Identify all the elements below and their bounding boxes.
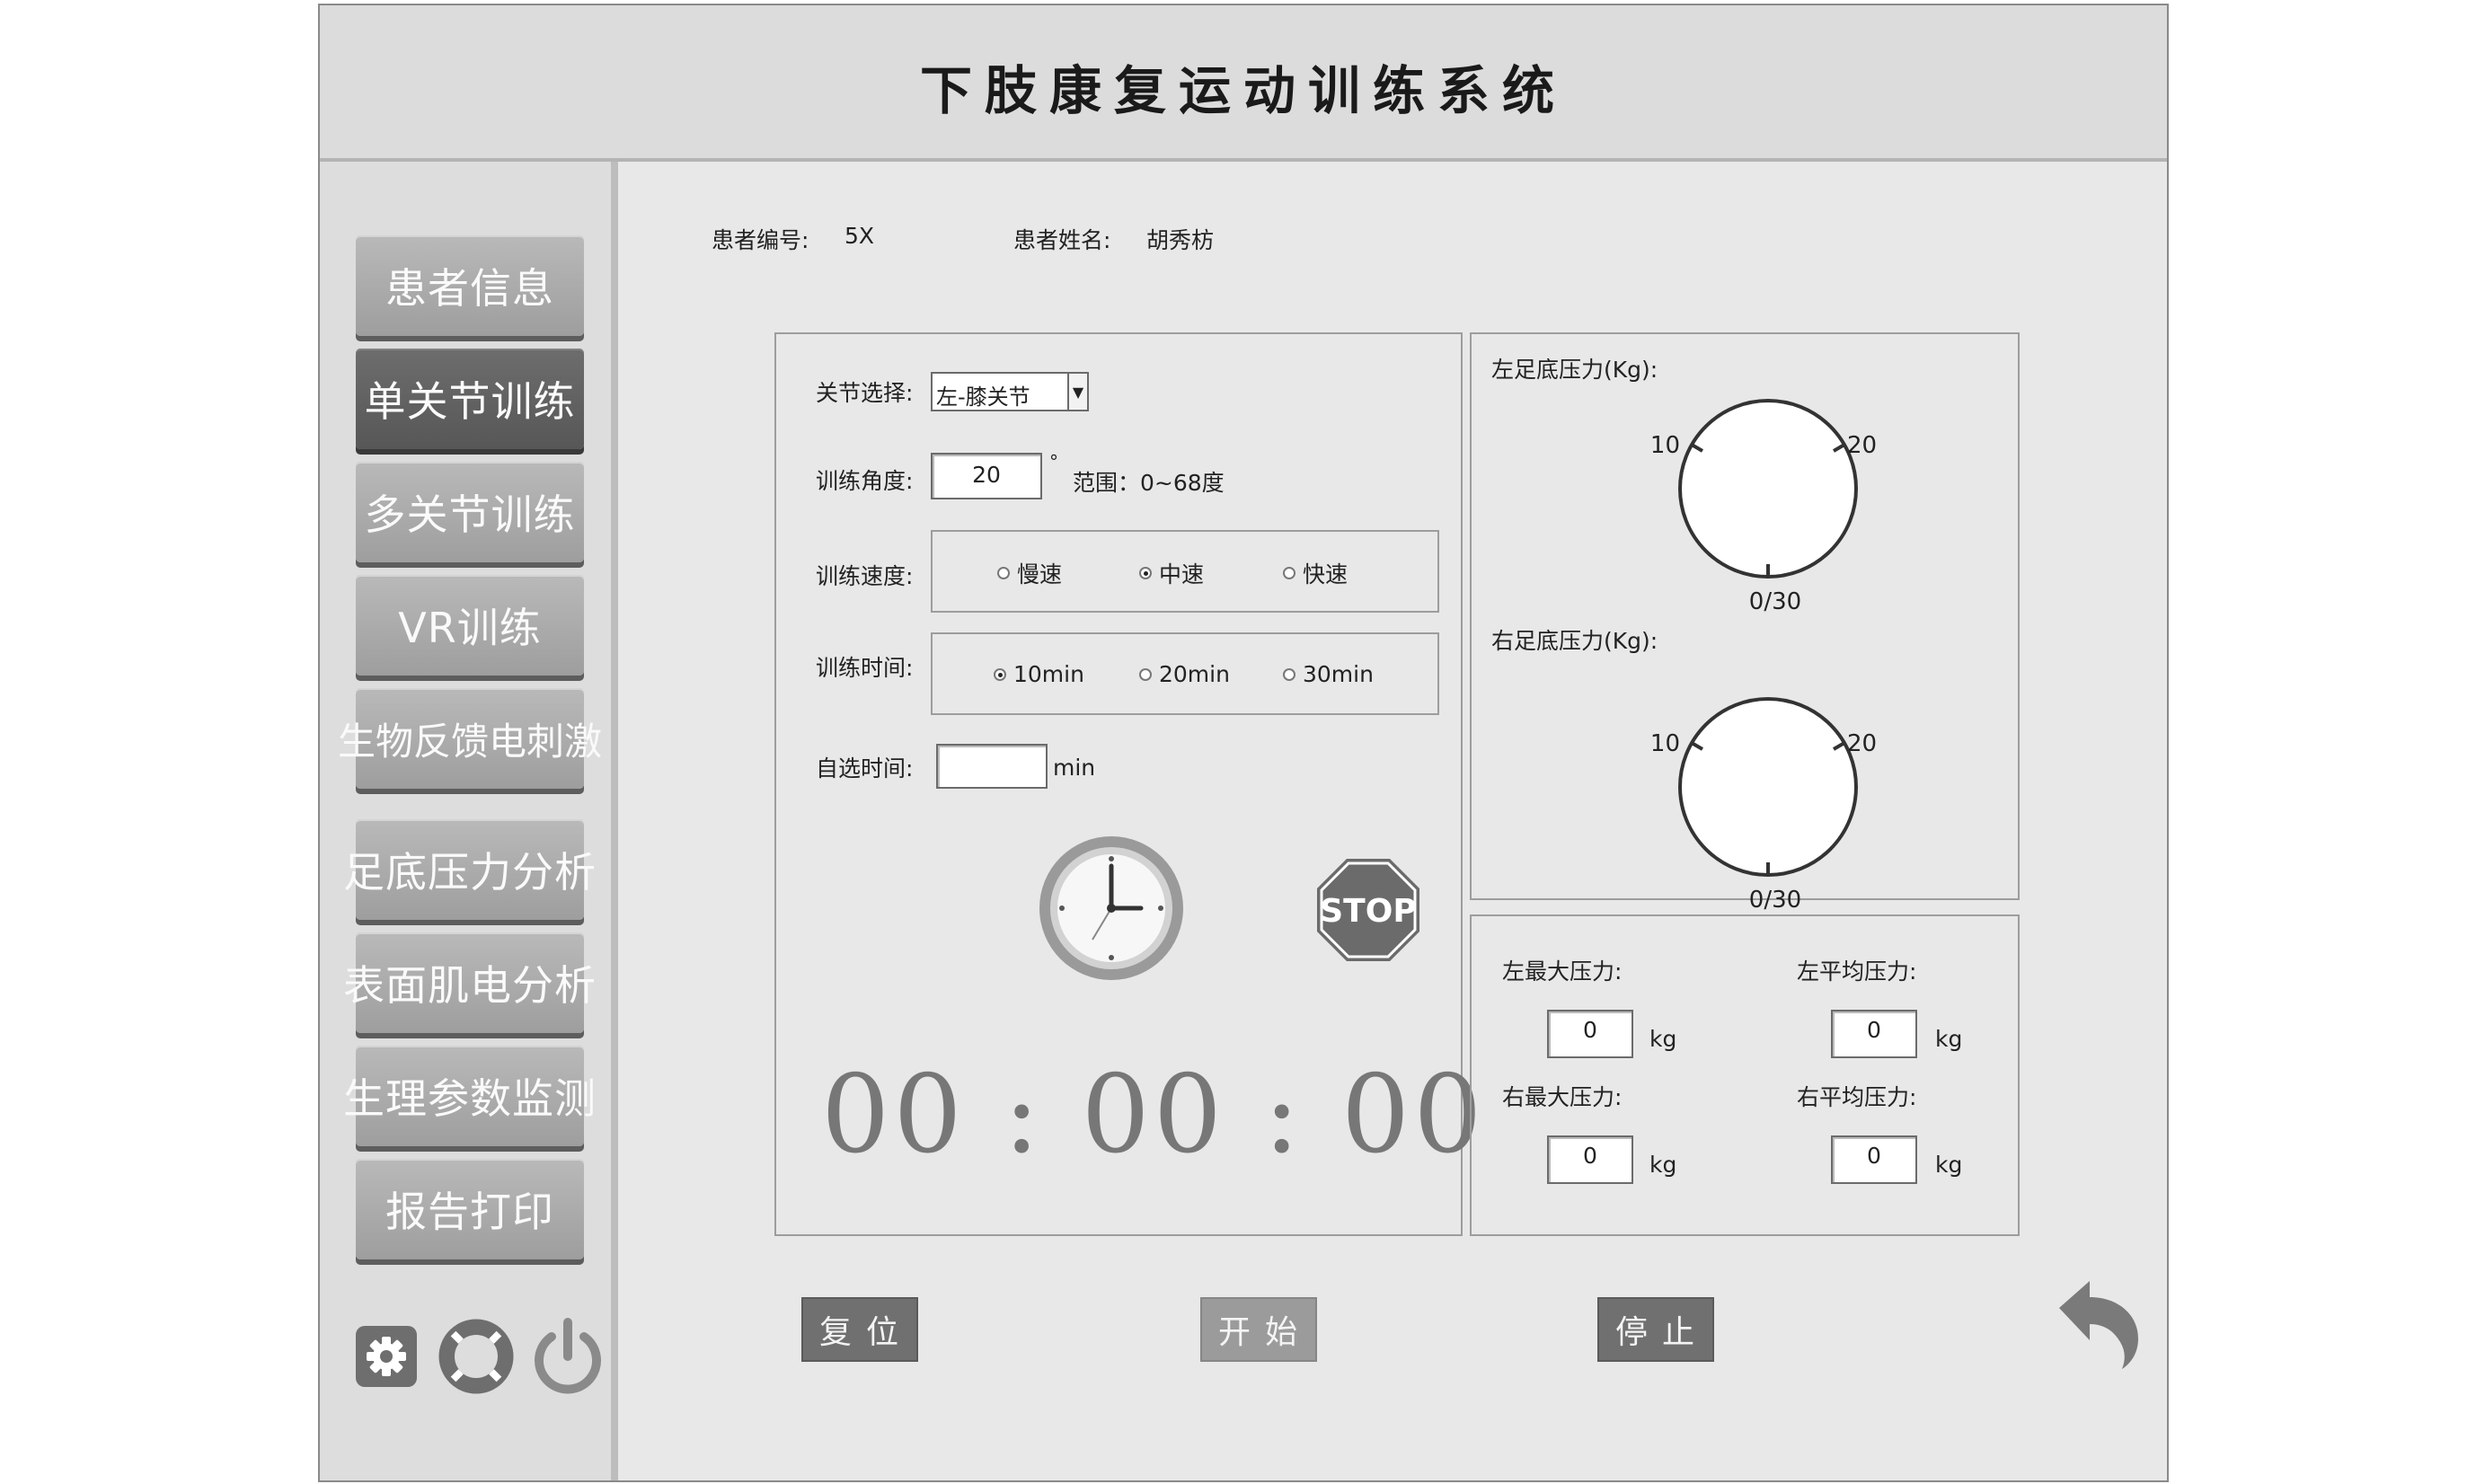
right-avg-pressure-value: 0 xyxy=(1831,1135,1917,1184)
timer-minutes: 00 xyxy=(1081,1053,1226,1178)
app-title: 下肢康复运动训练系统 xyxy=(919,60,1567,121)
right-max-pressure-label: 右最大压力: xyxy=(1502,1084,1623,1110)
app-window: 下肢康复运动训练系统 患者信息 单关节训练 多关节训练 VR训练 生物反馈电刺激… xyxy=(318,4,2169,1482)
gauge-tick-20: 20 xyxy=(1847,730,1877,757)
right-avg-pressure-unit: kg xyxy=(1935,1152,1963,1178)
speed-option-fast-label: 快速 xyxy=(1303,561,1349,587)
elapsed-timer: 00 : 00 : 00 xyxy=(821,1053,1486,1178)
left-avg-pressure-value: 0 xyxy=(1831,1010,1917,1058)
pressure-stats-panel: 左最大压力: 0 kg 左平均压力: 0 kg 右最大压力: 0 kg 右平均压… xyxy=(1470,914,2020,1236)
speed-option-slow-label: 慢速 xyxy=(1017,561,1063,587)
radio-icon xyxy=(1283,667,1295,681)
training-angle-input[interactable]: 20 xyxy=(931,453,1042,499)
patient-name-value: 胡秀枋 xyxy=(1146,227,1215,253)
left-avg-pressure-label: 左平均压力: xyxy=(1797,958,1917,985)
right-max-pressure-unit: kg xyxy=(1649,1152,1677,1178)
power-icon[interactable] xyxy=(530,1317,606,1398)
timer-hours: 00 xyxy=(821,1053,966,1178)
training-time-group: 10min 20min 30min xyxy=(931,632,1439,715)
left-foot-pressure-label: 左足底压力(Kg): xyxy=(1491,357,1658,383)
training-time-label: 训练时间: xyxy=(816,655,914,681)
title-bar: 下肢康复运动训练系统 xyxy=(320,5,2167,162)
time-option-10min[interactable]: 10min xyxy=(994,661,1084,687)
right-max-pressure-value: 0 xyxy=(1547,1135,1633,1184)
right-pressure-gauge: 10 20 0/30 xyxy=(1633,679,1903,916)
patient-id-value: 5X xyxy=(844,223,875,249)
speed-option-fast[interactable]: 快速 xyxy=(1283,557,1348,589)
right-avg-pressure-label: 右平均压力: xyxy=(1797,1084,1917,1110)
sidebar-item-patient-info[interactable]: 患者信息 xyxy=(356,235,584,336)
radio-selected-icon xyxy=(1139,567,1152,579)
timer-separator: : xyxy=(1003,1053,1044,1178)
training-speed-label: 训练速度: xyxy=(816,563,914,589)
training-settings-panel: 关节选择: 左-膝关节 ▼ 训练角度: 20 ° 范围：0~68度 训练速度: … xyxy=(774,332,1482,1236)
patient-name-label: 患者姓名: xyxy=(1013,227,1111,253)
stop-sign-icon[interactable]: STOP xyxy=(1315,857,1421,967)
patient-id-label: 患者编号: xyxy=(712,227,809,253)
stop-button[interactable]: 停止 xyxy=(1597,1297,1714,1362)
timer-separator: : xyxy=(1263,1053,1304,1178)
stop-sign-text: STOP xyxy=(1320,893,1416,930)
timer-seconds: 00 xyxy=(1340,1053,1486,1178)
speed-option-medium[interactable]: 中速 xyxy=(1139,557,1204,589)
left-pressure-gauge: 10 20 0/30 xyxy=(1633,381,1903,618)
time-option-30min[interactable]: 30min xyxy=(1283,661,1374,687)
left-avg-pressure-unit: kg xyxy=(1935,1026,1963,1052)
joint-select[interactable]: 左-膝关节 ▼ xyxy=(931,372,1089,411)
degree-symbol: ° xyxy=(1049,451,1058,473)
joint-select-label: 关节选择: xyxy=(816,380,914,406)
gauge-tick-0-30: 0/30 xyxy=(1749,588,1801,614)
lifebuoy-icon[interactable] xyxy=(438,1319,514,1398)
custom-time-input[interactable] xyxy=(936,744,1048,789)
chevron-down-icon[interactable]: ▼ xyxy=(1067,374,1087,410)
undo-arrow-icon[interactable] xyxy=(2039,1268,2147,1376)
sidebar-item-single-joint-training[interactable]: 单关节训练 xyxy=(356,349,584,449)
speed-option-slow[interactable]: 慢速 xyxy=(997,557,1062,589)
gauge-tick-10: 10 xyxy=(1650,730,1680,757)
sidebar-item-surface-emg-analysis[interactable]: 表面肌电分析 xyxy=(343,932,596,1033)
joint-select-value: 左-膝关节 xyxy=(936,384,1030,410)
time-option-20min[interactable]: 20min xyxy=(1139,661,1230,687)
radio-icon xyxy=(1283,567,1295,579)
angle-range-hint: 范围：0~68度 xyxy=(1073,470,1225,496)
left-max-pressure-value: 0 xyxy=(1547,1010,1633,1058)
radio-selected-icon xyxy=(994,667,1006,681)
radio-icon xyxy=(997,567,1010,579)
right-foot-pressure-label: 右足底压力(Kg): xyxy=(1491,628,1658,654)
time-option-10min-label: 10min xyxy=(1013,661,1084,687)
plantar-pressure-panel: 左足底压力(Kg): 10 20 0/30 右足底压力(Kg): 10 20 0… xyxy=(1470,332,2020,914)
gauge-tick-0-30: 0/30 xyxy=(1749,887,1801,913)
sidebar-item-plantar-pressure-analysis[interactable]: 足底压力分析 xyxy=(343,819,596,920)
time-option-20min-label: 20min xyxy=(1159,661,1230,687)
radio-icon xyxy=(1139,667,1152,681)
gear-icon[interactable] xyxy=(354,1324,419,1392)
start-button[interactable]: 开始 xyxy=(1200,1297,1317,1362)
training-speed-group: 慢速 中速 快速 xyxy=(931,530,1439,613)
custom-time-unit: min xyxy=(1053,755,1096,781)
sidebar-item-biofeedback-stimulation[interactable]: 生物反馈电刺激 xyxy=(338,688,602,789)
sidebar-item-report-print[interactable]: 报告打印 xyxy=(356,1159,584,1259)
gauge-tick-20: 20 xyxy=(1847,432,1877,459)
gauge-tick-10: 10 xyxy=(1650,432,1680,459)
sidebar-item-vr-training[interactable]: VR训练 xyxy=(356,575,584,676)
custom-time-label: 自选时间: xyxy=(816,755,914,782)
training-angle-label: 训练角度: xyxy=(816,468,914,494)
sidebar-item-multi-joint-training[interactable]: 多关节训练 xyxy=(356,462,584,562)
left-max-pressure-unit: kg xyxy=(1649,1026,1677,1052)
reset-button[interactable]: 复位 xyxy=(801,1297,918,1362)
clock-icon xyxy=(1037,834,1186,986)
speed-option-medium-label: 中速 xyxy=(1159,561,1205,587)
time-option-30min-label: 30min xyxy=(1303,661,1374,687)
main-content: 患者编号: 5X 患者姓名: 胡秀枋 关节选择: 左-膝关节 ▼ 训练角度: 2… xyxy=(618,162,2167,1480)
left-max-pressure-label: 左最大压力: xyxy=(1502,958,1623,985)
sidebar: 患者信息 单关节训练 多关节训练 VR训练 生物反馈电刺激 足底压力分析 表面肌… xyxy=(320,162,618,1480)
sidebar-item-physiological-monitoring[interactable]: 生理参数监测 xyxy=(343,1046,596,1146)
